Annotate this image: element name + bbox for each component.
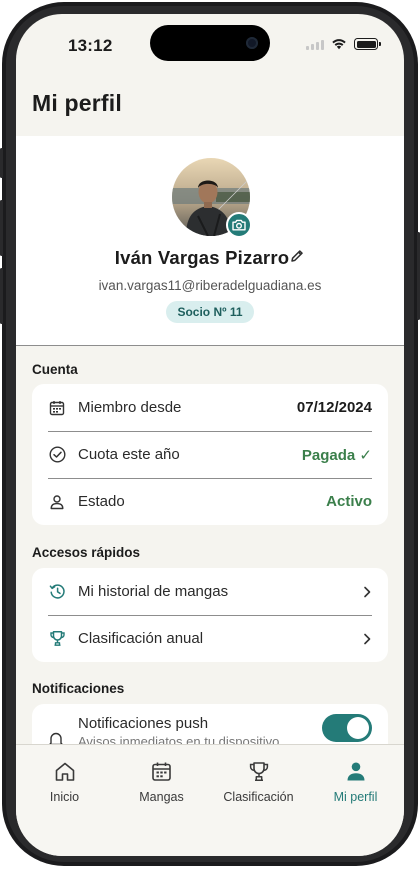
- calendar-icon: [152, 762, 171, 781]
- member-since-label: Miembro desde: [78, 399, 182, 416]
- member-number-badge: Socio Nº 11: [166, 301, 254, 323]
- annual-ranking-label: Clasificación anual: [78, 630, 204, 647]
- calendar-icon: [48, 399, 66, 417]
- battery-icon: [354, 38, 381, 50]
- history-icon: [48, 583, 66, 601]
- status-label: Estado: [78, 493, 125, 510]
- trophy-icon: [48, 630, 66, 648]
- status-bar: 13:12: [16, 14, 404, 70]
- toggle-knob: [347, 717, 369, 739]
- tab-mi-perfil[interactable]: Mi perfil: [307, 761, 404, 804]
- profile-name: Iván Vargas Pizarro: [114, 247, 290, 268]
- bottom-tab-bar: Inicio Mangas Clasificación Mi perfil: [16, 744, 404, 856]
- tab-clasificacion[interactable]: Clasificación: [210, 761, 307, 804]
- chevron-right-icon: [364, 633, 371, 644]
- status-icons: [306, 38, 381, 50]
- home-icon: [55, 762, 74, 781]
- tab-mangas-label: Mangas: [139, 790, 184, 804]
- tab-inicio-label: Inicio: [49, 790, 80, 804]
- chevron-right-icon: [364, 586, 371, 597]
- page-title: Mi perfil: [32, 90, 122, 116]
- status-value: Activo: [326, 493, 372, 510]
- check-circle-icon: [48, 446, 66, 464]
- tab-clasificacion-label: Clasificación: [223, 790, 294, 804]
- person-icon: [347, 762, 364, 781]
- signal-icon: [306, 39, 324, 50]
- history-link[interactable]: Mi historial de mangas: [32, 568, 388, 615]
- fee-row: Cuota este año Pagada ✓: [32, 431, 388, 478]
- tab-mangas[interactable]: Mangas: [113, 761, 210, 804]
- wifi-icon: [332, 39, 346, 50]
- profile-card: Iván Vargas Pizarro ivan.vargas11@ribera…: [16, 136, 404, 346]
- fee-label: Cuota este año: [78, 446, 180, 463]
- section-title-quick-access: Accesos rápidos: [32, 545, 141, 560]
- status-row: Estado Activo: [32, 478, 388, 525]
- avatar-container: [172, 158, 252, 238]
- dynamic-island: [150, 25, 270, 61]
- member-since-row: Miembro desde 07/12/2024: [32, 384, 388, 431]
- section-title-account: Cuenta: [32, 362, 78, 377]
- silent-switch: [0, 148, 3, 178]
- camera-icon: [232, 219, 246, 231]
- profile-email: ivan.vargas11@riberadelguadiana.es: [98, 278, 322, 293]
- fee-status-value: Pagada ✓: [301, 446, 372, 464]
- status-time: 13:12: [68, 36, 113, 55]
- change-photo-button[interactable]: [226, 212, 252, 238]
- app-screen: 13:12 Mi perfil Iván Vargas Pizarro ivan…: [16, 14, 404, 856]
- edit-icon[interactable]: [290, 249, 304, 263]
- volume-down-button: [0, 268, 3, 324]
- member-since-value: 07/12/2024: [296, 399, 372, 416]
- person-icon: [48, 493, 66, 511]
- account-card: Miembro desde 07/12/2024 Cuota este año …: [32, 384, 388, 525]
- tab-inicio[interactable]: Inicio: [16, 761, 113, 804]
- trophy-icon: [249, 762, 268, 781]
- section-title-notifications: Notificaciones: [32, 681, 125, 696]
- quick-access-card: Mi historial de mangas Clasificación anu…: [32, 568, 388, 662]
- volume-up-button: [0, 200, 3, 256]
- camera-lens: [246, 37, 258, 49]
- annual-ranking-link[interactable]: Clasificación anual: [32, 615, 388, 662]
- history-label: Mi historial de mangas: [78, 583, 229, 600]
- tab-mi-perfil-label: Mi perfil: [333, 790, 378, 804]
- push-notifications-toggle[interactable]: [322, 714, 372, 742]
